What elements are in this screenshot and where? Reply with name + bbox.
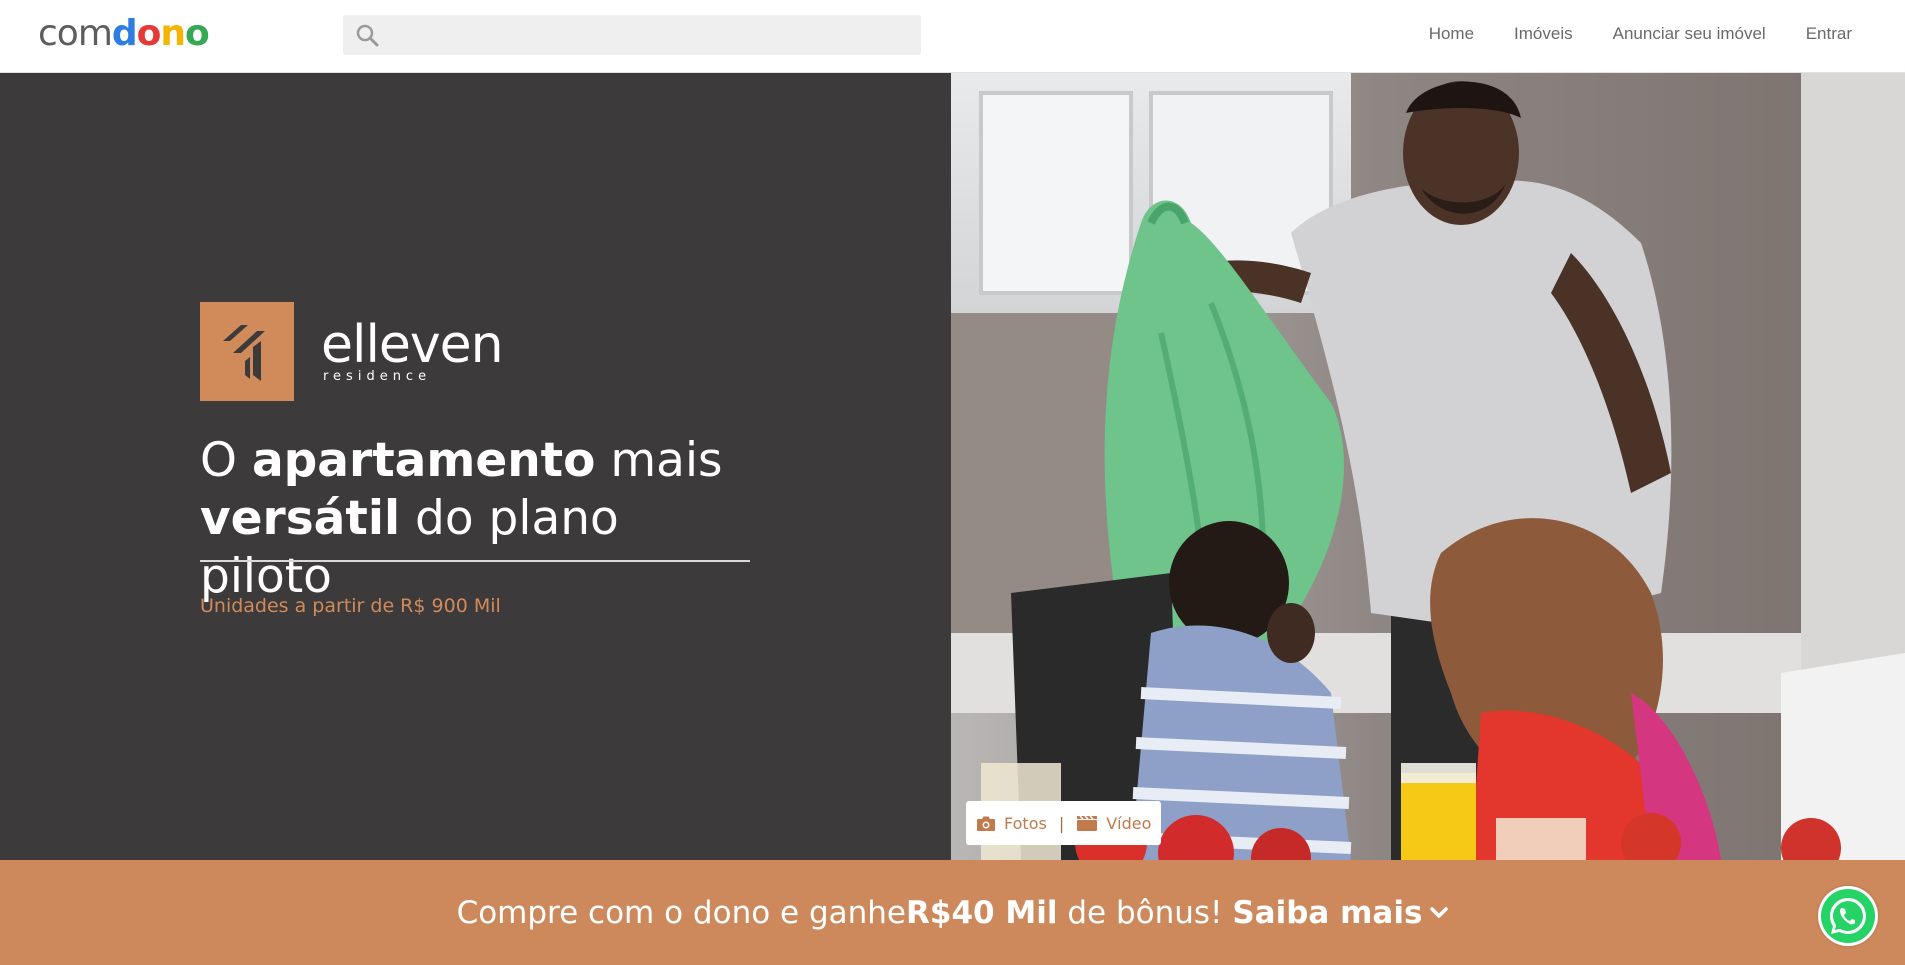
logo-part-o2: o xyxy=(185,13,210,54)
promo-bar[interactable]: Compre com o dono e ganhe R$40 Mil de bô… xyxy=(0,860,1905,965)
video-tab-label: Vídeo xyxy=(1106,813,1152,833)
nav-imoveis[interactable]: Imóveis xyxy=(1514,24,1573,44)
headline-text-2: mais xyxy=(595,433,723,488)
saiba-mais-link[interactable]: Saiba mais xyxy=(1232,895,1422,931)
headline-text-1: O xyxy=(200,433,252,488)
clapperboard-icon xyxy=(1077,815,1098,831)
hero-info-panel: elleven residence O apartamento mais ver… xyxy=(0,73,951,860)
elleven-mark-icon xyxy=(223,324,265,381)
chevron-down-icon[interactable] xyxy=(1430,906,1449,919)
promo-text-2: de bônus! xyxy=(1057,894,1233,931)
media-tabs: Fotos | Vídeo xyxy=(966,801,1162,845)
promo-bonus: R$40 Mil xyxy=(906,894,1058,931)
hero-headline: O apartamento mais versátil do plano pil… xyxy=(200,432,760,606)
hero-photo[interactable]: Fotos | Vídeo xyxy=(951,73,1905,860)
nav-entrar[interactable]: Entrar xyxy=(1806,24,1852,44)
search-bar[interactable] xyxy=(343,15,921,55)
search-input[interactable] xyxy=(379,15,921,55)
logo-part-n: n xyxy=(160,13,186,54)
logo-part-o1: o xyxy=(136,13,162,54)
top-header: comdono Home Imóveis Anunciar seu imóvel… xyxy=(0,0,1905,73)
photos-tab-label: Fotos xyxy=(1004,813,1047,833)
logo-part-com: com xyxy=(38,13,113,54)
headline-bold-1: apartamento xyxy=(251,433,596,488)
brand-name: elleven xyxy=(321,315,504,375)
price-text: Unidades a partir de R$ 900 Mil xyxy=(200,595,501,617)
promo-text-1: Compre com o dono e ganhe xyxy=(456,894,907,931)
camera-icon xyxy=(977,816,995,831)
elleven-brand: elleven residence xyxy=(200,302,504,401)
search-icon xyxy=(356,24,379,47)
tab-separator: | xyxy=(1058,813,1065,833)
logo-part-d: d xyxy=(111,13,138,54)
video-tab[interactable]: Vídeo xyxy=(1076,814,1151,833)
nav-home[interactable]: Home xyxy=(1429,24,1474,44)
main-nav: Home Imóveis Anunciar seu imóvel Entrar xyxy=(1429,24,1852,44)
nav-anunciar[interactable]: Anunciar seu imóvel xyxy=(1613,24,1766,44)
comdono-logo[interactable]: comdono xyxy=(38,13,210,54)
elleven-wordmark: elleven residence xyxy=(321,315,504,384)
whatsapp-icon xyxy=(1821,889,1875,943)
elleven-logo-mark xyxy=(200,302,294,401)
photos-tab[interactable]: Fotos xyxy=(976,814,1047,833)
headline-divider xyxy=(200,560,750,562)
whatsapp-button[interactable] xyxy=(1818,886,1878,946)
headline-bold-2: versátil xyxy=(200,491,401,546)
family-kitchen-photo xyxy=(951,73,1905,860)
